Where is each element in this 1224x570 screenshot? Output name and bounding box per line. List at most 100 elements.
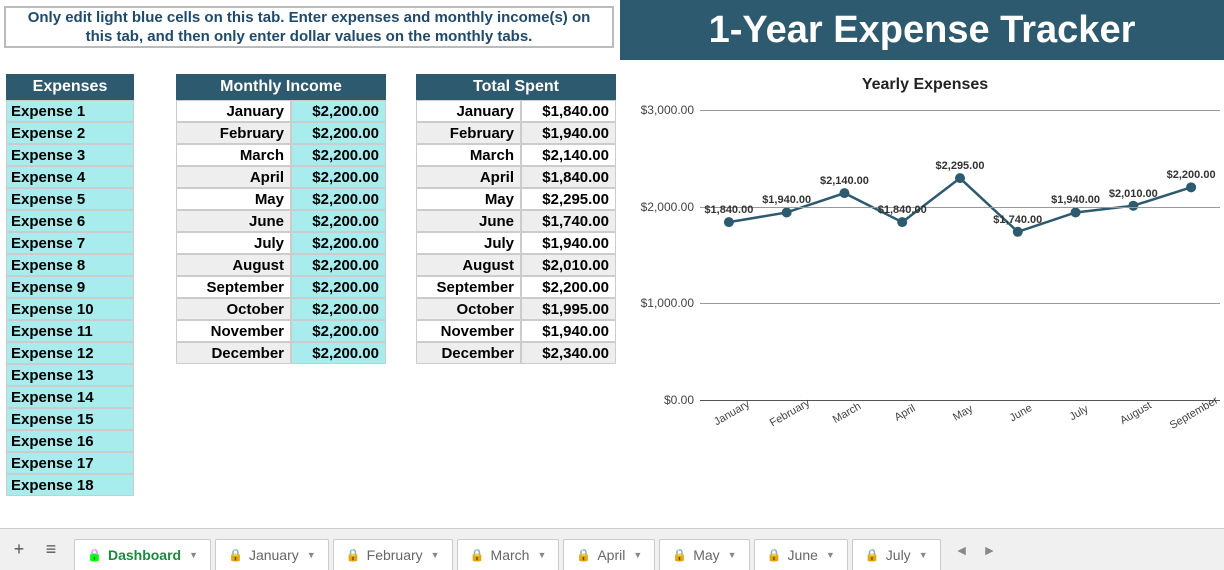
- x-tick-label: April: [893, 402, 918, 423]
- y-tick-label: $3,000.00: [641, 103, 694, 117]
- spent-month-label: December: [416, 342, 521, 364]
- income-value-cell[interactable]: $2,200.00: [291, 320, 386, 342]
- sheet-tab-july[interactable]: 🔒July▼: [852, 539, 941, 570]
- income-month-label: December: [176, 342, 291, 364]
- income-month-label: October: [176, 298, 291, 320]
- chart-data-label: $1,940.00: [762, 194, 811, 206]
- income-value-cell[interactable]: $2,200.00: [291, 254, 386, 276]
- chevron-down-icon: ▼: [537, 550, 546, 560]
- add-sheet-button[interactable]: +: [4, 535, 34, 565]
- sheet-tab-dashboard[interactable]: 🔒Dashboard▼: [74, 539, 211, 570]
- income-value-cell[interactable]: $2,200.00: [291, 144, 386, 166]
- chart-data-label: $1,740.00: [993, 214, 1042, 226]
- x-tick-label: July: [1067, 403, 1090, 423]
- lock-icon: 🔒: [87, 548, 102, 562]
- spent-value-cell: $2,200.00: [521, 276, 616, 298]
- expense-cell[interactable]: Expense 5: [6, 188, 134, 210]
- chart-title: Yearly Expenses: [630, 70, 1220, 102]
- x-tick-label: March: [831, 400, 863, 426]
- x-tick-label: August: [1118, 399, 1154, 427]
- chart-data-label: $1,840.00: [878, 204, 927, 216]
- x-tick-label: June: [1007, 402, 1034, 424]
- expense-cell[interactable]: Expense 17: [6, 452, 134, 474]
- expense-cell[interactable]: Expense 15: [6, 408, 134, 430]
- expense-cell[interactable]: Expense 10: [6, 298, 134, 320]
- chevron-down-icon: ▼: [633, 550, 642, 560]
- income-value-cell[interactable]: $2,200.00: [291, 166, 386, 188]
- income-value-cell[interactable]: $2,200.00: [291, 232, 386, 254]
- expense-cell[interactable]: Expense 9: [6, 276, 134, 298]
- sheet-tab-label: April: [597, 547, 625, 563]
- page-title: 1-Year Expense Tracker: [620, 0, 1224, 60]
- chevron-down-icon: ▼: [431, 550, 440, 560]
- expense-cell[interactable]: Expense 1: [6, 100, 134, 122]
- spent-month-label: February: [416, 122, 521, 144]
- sheet-tab-february[interactable]: 🔒 February ▼: [333, 539, 453, 570]
- chart-data-label: $2,140.00: [820, 175, 869, 187]
- lock-icon: 🔒: [576, 548, 591, 562]
- lock-icon: 🔒: [865, 548, 880, 562]
- chart-data-label: $2,200.00: [1167, 169, 1216, 181]
- income-month-label: August: [176, 254, 291, 276]
- expense-cell[interactable]: Expense 13: [6, 364, 134, 386]
- chevron-down-icon: ▼: [919, 550, 928, 560]
- sheet-tab-label: January: [249, 547, 299, 563]
- chart-data-label: $2,010.00: [1109, 188, 1158, 200]
- income-header: Monthly Income: [176, 74, 386, 100]
- lock-icon: 🔒: [346, 548, 361, 562]
- lock-icon: 🔒: [470, 548, 485, 562]
- income-value-cell[interactable]: $2,200.00: [291, 342, 386, 364]
- income-month-label: January: [176, 100, 291, 122]
- expense-cell[interactable]: Expense 14: [6, 386, 134, 408]
- expense-cell[interactable]: Expense 7: [6, 232, 134, 254]
- expense-cell[interactable]: Expense 12: [6, 342, 134, 364]
- y-tick-label: $0.00: [664, 393, 694, 407]
- chevron-down-icon: ▼: [728, 550, 737, 560]
- spent-value-cell: $2,140.00: [521, 144, 616, 166]
- spent-header: Total Spent: [416, 74, 616, 100]
- yearly-expenses-chart: Yearly Expenses $0.00$1,000.00$2,000.00$…: [630, 70, 1220, 450]
- expense-cell[interactable]: Expense 3: [6, 144, 134, 166]
- income-month-label: March: [176, 144, 291, 166]
- expense-cell[interactable]: Expense 4: [6, 166, 134, 188]
- spent-value-cell: $1,940.00: [521, 232, 616, 254]
- income-month-label: November: [176, 320, 291, 342]
- spent-month-label: July: [416, 232, 521, 254]
- expense-cell[interactable]: Expense 2: [6, 122, 134, 144]
- sheet-tab-label: February: [367, 547, 423, 563]
- sheet-tab-january[interactable]: 🔒January▼: [215, 539, 329, 570]
- income-value-cell[interactable]: $2,200.00: [291, 100, 386, 122]
- expenses-column: Expenses Expense 1Expense 2Expense 3Expe…: [6, 74, 134, 496]
- spent-value-cell: $1,740.00: [521, 210, 616, 232]
- expense-cell[interactable]: Expense 16: [6, 430, 134, 452]
- income-value-cell[interactable]: $2,200.00: [291, 122, 386, 144]
- sheet-tab-may[interactable]: 🔒May▼: [659, 539, 749, 570]
- sheet-tab-april[interactable]: 🔒 April ▼: [563, 539, 655, 570]
- x-tick-label: January: [712, 398, 752, 428]
- income-value-cell[interactable]: $2,200.00: [291, 276, 386, 298]
- tab-nav-left[interactable]: ◄: [955, 542, 969, 558]
- sheet-tab-march[interactable]: 🔒March▼: [457, 539, 560, 570]
- sheet-tab-june[interactable]: 🔒June▼: [754, 539, 848, 570]
- income-month-label: September: [176, 276, 291, 298]
- lock-icon: 🔒: [767, 548, 782, 562]
- expense-cell[interactable]: Expense 8: [6, 254, 134, 276]
- income-value-cell[interactable]: $2,200.00: [291, 298, 386, 320]
- y-tick-label: $1,000.00: [641, 296, 694, 310]
- income-value-cell[interactable]: $2,200.00: [291, 188, 386, 210]
- all-sheets-button[interactable]: ≡: [36, 535, 66, 565]
- lock-icon: 🔒: [672, 548, 687, 562]
- chevron-down-icon: ▼: [307, 550, 316, 560]
- spent-column: Total Spent January$1,840.00February$1,9…: [416, 74, 616, 364]
- spent-month-label: November: [416, 320, 521, 342]
- expense-cell[interactable]: Expense 18: [6, 474, 134, 496]
- expense-cell[interactable]: Expense 6: [6, 210, 134, 232]
- chart-data-label: $2,295.00: [936, 160, 985, 172]
- spent-value-cell: $1,840.00: [521, 166, 616, 188]
- expense-cell[interactable]: Expense 11: [6, 320, 134, 342]
- tab-nav-right[interactable]: ►: [982, 542, 996, 558]
- spent-value-cell: $1,940.00: [521, 122, 616, 144]
- spent-month-label: June: [416, 210, 521, 232]
- income-value-cell[interactable]: $2,200.00: [291, 210, 386, 232]
- instructions-banner: Only edit light blue cells on this tab. …: [4, 6, 614, 48]
